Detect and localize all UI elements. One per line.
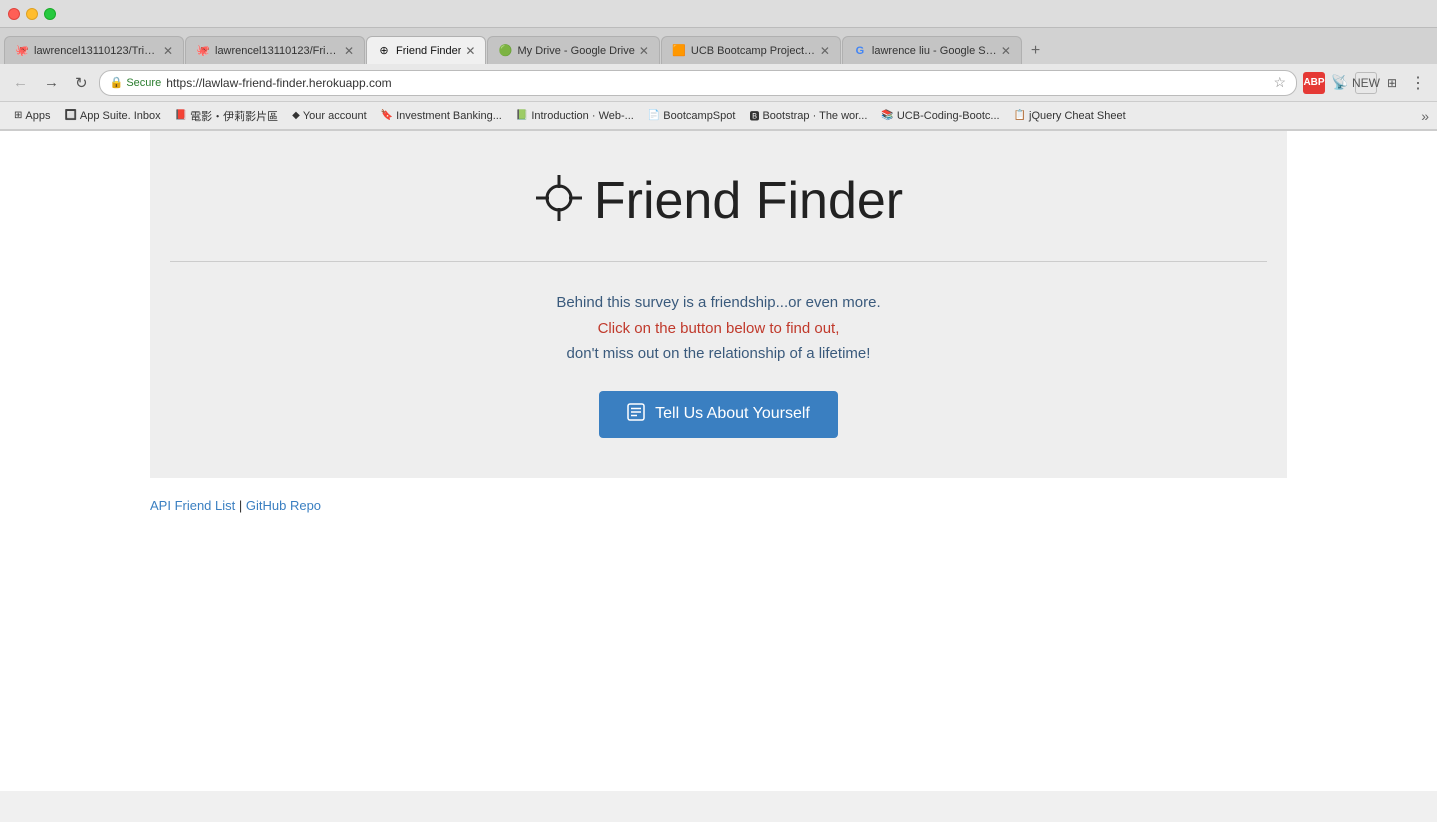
hero-divider (170, 261, 1267, 262)
bookmark-label: BootcampSpot (663, 110, 735, 122)
bookmark-label: App Suite. Inbox (80, 110, 161, 122)
account-icon: ◆ (292, 110, 300, 121)
tab-favicon: G (853, 44, 867, 58)
hero-section: Friend Finder Behind this survey is a fr… (150, 131, 1287, 478)
crosshair-icon (534, 173, 584, 230)
bookmark-bootcampspot[interactable]: 📄 BootcampSpot (642, 108, 742, 124)
apps-icon: ⊞ (14, 110, 22, 121)
footer: API Friend List | GitHub Repo (0, 478, 1437, 533)
intro-web-icon: 📗 (516, 110, 528, 121)
extension-new[interactable]: NEW (1355, 72, 1377, 94)
site-title: Friend Finder (534, 171, 903, 231)
tab-google-drive[interactable]: 🟢 My Drive - Google Drive ✕ (487, 36, 659, 64)
bootcampspot-icon: 📄 (648, 110, 660, 121)
bookmark-label: Apps (25, 110, 50, 122)
tab-favicon: 🟢 (498, 44, 512, 58)
tab-ucb-bootcamp[interactable]: 🟧 UCB Bootcamp Project 1 - C... ✕ (661, 36, 841, 64)
github-repo-link[interactable]: GitHub Repo (246, 498, 321, 513)
bookmark-label: Bootstrap · The wor... (762, 110, 867, 122)
cta-button-label: Tell Us About Yourself (655, 405, 810, 423)
bootstrap-icon: 🅱 (749, 108, 759, 123)
tab-title: Friend Finder (396, 45, 461, 57)
movies-icon: 📕 (175, 110, 187, 121)
tab-title: My Drive - Google Drive (517, 45, 634, 57)
browser-extensions: ABP 📡 NEW ⊞ ⋮ (1303, 72, 1429, 94)
bookmark-jquery[interactable]: 📋 jQuery Cheat Sheet (1008, 108, 1132, 124)
tab-close-button[interactable]: ✕ (639, 44, 649, 58)
bookmarks-bar: ⊞ Apps 🔲 App Suite. Inbox 📕 電影・伊莉影片區 ◆ Y… (0, 102, 1437, 130)
tab-bar: 🐙 lawrencel13110123/Trip-C... ✕ 🐙 lawren… (0, 28, 1437, 64)
page-content: Friend Finder Behind this survey is a fr… (0, 131, 1437, 791)
app-title: Friend Finder (594, 171, 903, 231)
tab-title: lawrence liu - Google Searc... (872, 45, 997, 57)
tab-close-button[interactable]: ✕ (344, 44, 354, 58)
url-bar[interactable]: 🔒 Secure https://lawlaw-friend-finder.he… (99, 70, 1297, 96)
footer-separator: | (235, 498, 246, 513)
tab-friend-finder[interactable]: ⊕ Friend Finder ✕ (366, 36, 486, 64)
bookmark-label: UCB-Coding-Bootc... (897, 110, 1000, 122)
secure-indicator: 🔒 Secure (110, 76, 162, 89)
tab-close-button[interactable]: ✕ (820, 44, 830, 58)
title-bar (0, 0, 1437, 28)
bookmark-investment[interactable]: 🔖 Investment Banking... (375, 108, 508, 124)
bookmark-movies[interactable]: 📕 電影・伊莉影片區 (169, 106, 284, 126)
fullscreen-window-button[interactable] (44, 8, 56, 20)
bookmark-account[interactable]: ◆ Your account (286, 108, 373, 124)
tab-close-button[interactable]: ✕ (163, 44, 173, 58)
forward-button[interactable]: → (39, 72, 64, 93)
tab-favicon: 🐙 (196, 44, 210, 58)
tab-title: UCB Bootcamp Project 1 - C... (691, 45, 816, 57)
bookmark-bootstrap[interactable]: 🅱 Bootstrap · The wor... (743, 106, 873, 125)
investment-icon: 🔖 (381, 110, 393, 121)
form-icon (627, 403, 645, 426)
tab-close-button[interactable]: ✕ (1001, 44, 1011, 58)
new-tab-button[interactable]: + (1023, 38, 1048, 64)
tab-close-button[interactable]: ✕ (465, 44, 475, 58)
bookmark-app-suite[interactable]: 🔲 App Suite. Inbox (58, 108, 166, 124)
tab-favicon: ⊕ (377, 44, 391, 58)
tab-favicon: 🟧 (672, 44, 686, 58)
bookmark-apps[interactable]: ⊞ Apps (8, 108, 56, 124)
extension-adblock[interactable]: ABP (1303, 72, 1325, 94)
jquery-icon: 📋 (1014, 110, 1026, 121)
extension-cast[interactable]: 📡 (1329, 72, 1351, 94)
minimize-window-button[interactable] (26, 8, 38, 20)
back-button[interactable]: ← (8, 72, 33, 93)
close-window-button[interactable] (8, 8, 20, 20)
hero-tagline: Behind this survey is a friendship...or … (556, 290, 880, 367)
api-friend-list-link[interactable]: API Friend List (150, 498, 235, 513)
ucb-coding-icon: 📚 (881, 110, 893, 121)
tab-google-search[interactable]: G lawrence liu - Google Searc... ✕ (842, 36, 1022, 64)
bookmark-label: Your account (303, 110, 367, 122)
browser-chrome: 🐙 lawrencel13110123/Trip-C... ✕ 🐙 lawren… (0, 0, 1437, 131)
bookmark-star-icon[interactable]: ☆ (1273, 74, 1286, 91)
bookmark-label: Introduction · Web-... (531, 110, 634, 122)
chrome-menu[interactable]: ⋮ (1407, 72, 1429, 94)
tab-friend-repo[interactable]: 🐙 lawrencel13110123/Friend... ✕ (185, 36, 365, 64)
traffic-lights (8, 8, 56, 20)
bookmarks-overflow-button[interactable]: » (1421, 108, 1429, 124)
bookmark-ucb-coding[interactable]: 📚 UCB-Coding-Bootc... (875, 108, 1005, 124)
tell-us-button[interactable]: Tell Us About Yourself (599, 391, 838, 438)
bookmark-label: Investment Banking... (396, 110, 502, 122)
tab-trip[interactable]: 🐙 lawrencel13110123/Trip-C... ✕ (4, 36, 184, 64)
app-suite-icon: 🔲 (64, 110, 76, 121)
extension-another[interactable]: ⊞ (1381, 72, 1403, 94)
tab-title: lawrencel13110123/Friend... (215, 45, 340, 57)
tagline-line1: Behind this survey is a friendship...or … (556, 290, 880, 316)
tab-title: lawrencel13110123/Trip-C... (34, 45, 159, 57)
tab-favicon: 🐙 (15, 44, 29, 58)
reload-button[interactable]: ↻ (70, 72, 93, 94)
address-bar: ← → ↻ 🔒 Secure https://lawlaw-friend-fin… (0, 64, 1437, 102)
url-text: https://lawlaw-friend-finder.herokuapp.c… (166, 76, 391, 90)
bookmark-label: jQuery Cheat Sheet (1029, 110, 1126, 122)
tagline-line3: don't miss out on the relationship of a … (556, 341, 880, 367)
tagline-line2: Click on the button below to find out, (556, 316, 880, 342)
bookmark-intro-web[interactable]: 📗 Introduction · Web-... (510, 108, 640, 124)
bookmark-label: 電影・伊莉影片區 (190, 108, 278, 124)
